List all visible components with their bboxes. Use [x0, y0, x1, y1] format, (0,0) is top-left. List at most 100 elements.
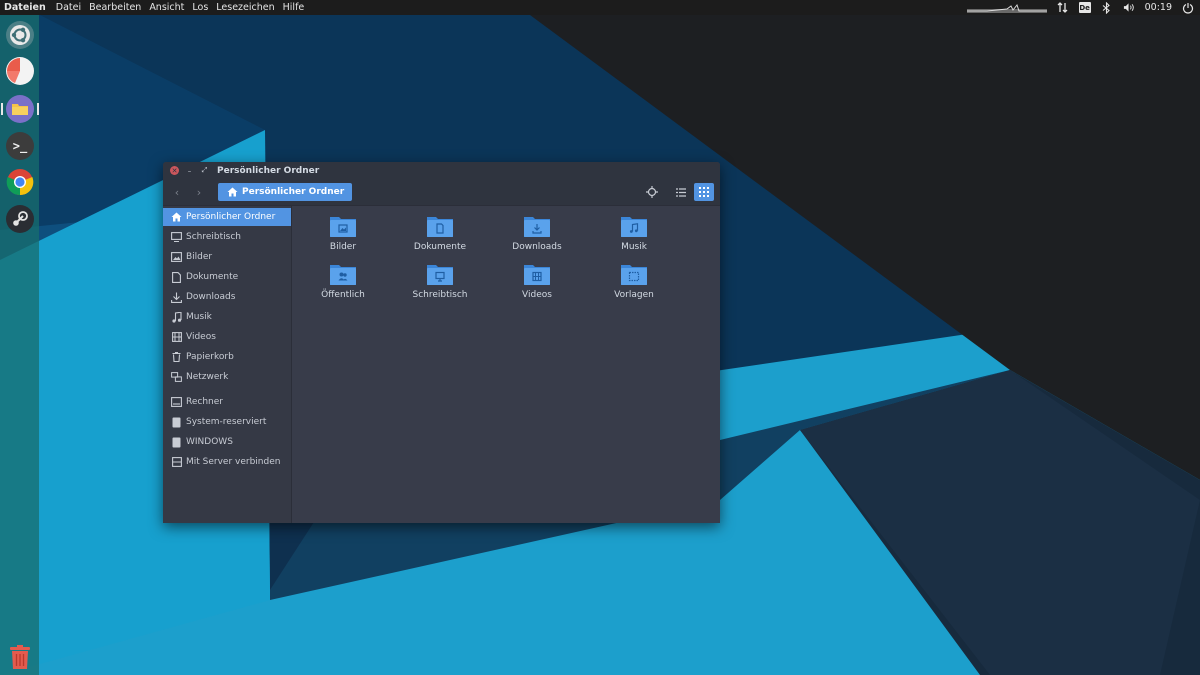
menu-ansicht[interactable]: Ansicht	[145, 2, 188, 13]
system-tray: De 00:19	[966, 0, 1200, 15]
location-crosshair-icon[interactable]	[642, 183, 662, 201]
sidebar-item-windows[interactable]: WINDOWS	[163, 433, 291, 451]
places-sidebar: Persönlicher Ordner Schreibtisch Bilder …	[163, 206, 292, 523]
close-button[interactable]: ✕	[170, 166, 179, 175]
sidebar-item-desktop[interactable]: Schreibtisch	[163, 228, 291, 246]
drive-icon	[171, 437, 182, 448]
file-grid: Bilder Dokumente Downloads Musik Öffentl…	[292, 206, 720, 523]
keyboard-layout-indicator[interactable]: De	[1078, 2, 1091, 13]
steam-icon[interactable]	[6, 205, 34, 233]
sidebar-item-label: System-reserviert	[186, 417, 267, 427]
folder-label: Musik	[621, 242, 647, 252]
folder-videos-icon	[524, 265, 550, 285]
network-icon	[171, 372, 182, 383]
home-icon	[227, 187, 238, 197]
menu-datei[interactable]: Datei	[52, 2, 85, 13]
grid-view-icon[interactable]	[694, 183, 714, 201]
path-bar-label: Persönlicher Ordner	[242, 187, 345, 197]
folder-public-icon	[330, 265, 356, 285]
sidebar-item-label: Mit Server verbinden	[186, 457, 281, 467]
image-icon	[171, 252, 182, 263]
folder-download-icon	[524, 217, 550, 237]
sidebar-item-documents[interactable]: Dokumente	[163, 268, 291, 286]
sidebar-item-label: Rechner	[186, 397, 223, 407]
volume-icon[interactable]	[1123, 2, 1135, 14]
sidebar-item-system-reserved[interactable]: System-reserviert	[163, 413, 291, 431]
sidebar-item-label: Papierkorb	[186, 352, 234, 362]
folder-label: Videos	[522, 290, 552, 300]
sidebar-item-label: Bilder	[186, 252, 213, 262]
trash-icon[interactable]	[8, 644, 32, 670]
folder-documents-icon	[427, 217, 453, 237]
sidebar-item-label: Downloads	[186, 292, 236, 302]
clock[interactable]: 00:19	[1145, 2, 1172, 13]
music-note-icon	[171, 311, 182, 323]
launcher: >_	[0, 15, 39, 675]
menu-bearbeiten[interactable]: Bearbeiten	[85, 2, 145, 13]
folder-vorlagen[interactable]: Vorlagen	[589, 263, 679, 300]
sidebar-item-label: WINDOWS	[186, 437, 233, 447]
files-icon[interactable]	[6, 95, 34, 123]
film-icon	[171, 332, 182, 343]
minimize-button[interactable]: –	[185, 166, 194, 175]
folder-label: Schreibtisch	[412, 290, 468, 300]
folder-videos[interactable]: Videos	[492, 263, 582, 300]
sidebar-item-label: Netzwerk	[186, 372, 229, 382]
folder-musik[interactable]: Musik	[589, 215, 679, 252]
sidebar-item-network[interactable]: Netzwerk	[163, 368, 291, 386]
document-icon	[171, 271, 182, 283]
folder-label: Downloads	[512, 242, 562, 252]
sidebar-item-home[interactable]: Persönlicher Ordner	[163, 208, 291, 226]
terminal-icon[interactable]: >_	[6, 132, 34, 160]
folder-downloads[interactable]: Downloads	[492, 215, 582, 252]
trash-icon	[171, 352, 182, 363]
sidebar-item-label: Videos	[186, 332, 216, 342]
folder-desktop-icon	[427, 265, 453, 285]
folder-label: Öffentlich	[321, 290, 365, 300]
back-button[interactable]: ‹	[166, 183, 188, 201]
disk-usage-icon[interactable]	[6, 57, 34, 85]
bluetooth-icon[interactable]	[1101, 1, 1113, 14]
path-bar-home-button[interactable]: Persönlicher Ordner	[218, 183, 353, 201]
menu-lesezeichen[interactable]: Lesezeichen	[212, 2, 278, 13]
folder-label: Dokumente	[413, 242, 467, 252]
ubuntu-logo-icon[interactable]	[6, 21, 34, 49]
sidebar-item-videos[interactable]: Videos	[163, 328, 291, 346]
top-panel: Dateien Datei Bearbeiten Ansicht Los Les…	[0, 0, 1200, 15]
sidebar-item-connect-server[interactable]: Mit Server verbinden	[163, 453, 291, 471]
sidebar-item-pictures[interactable]: Bilder	[163, 248, 291, 266]
folder-schreibtisch[interactable]: Schreibtisch	[395, 263, 485, 300]
sidebar-item-downloads[interactable]: Downloads	[163, 288, 291, 306]
folder-templates-icon	[621, 265, 647, 285]
menu-los[interactable]: Los	[188, 2, 212, 13]
sidebar-item-music[interactable]: Musik	[163, 308, 291, 326]
sidebar-item-label: Musik	[186, 312, 212, 322]
sidebar-item-label: Dokumente	[186, 272, 239, 282]
folder-pictures-icon	[330, 217, 356, 237]
folder-dokumente[interactable]: Dokumente	[395, 215, 485, 252]
folder-label: Vorlagen	[614, 290, 654, 300]
folder-bilder[interactable]: Bilder	[298, 215, 388, 252]
sidebar-item-trash[interactable]: Papierkorb	[163, 348, 291, 366]
window-title: Persönlicher Ordner	[217, 165, 320, 176]
sidebar-item-computer[interactable]: Rechner	[163, 393, 291, 411]
session-power-icon[interactable]	[1182, 2, 1194, 14]
menu-hilfe[interactable]: Hilfe	[279, 2, 309, 13]
download-icon	[171, 292, 182, 303]
forward-button[interactable]: ›	[188, 183, 210, 201]
folder-music-icon	[621, 217, 647, 237]
app-menu-title[interactable]: Dateien	[0, 2, 52, 13]
list-view-icon[interactable]	[671, 183, 691, 201]
folder-oeffentlich[interactable]: Öffentlich	[298, 263, 388, 300]
running-indicator	[37, 103, 39, 115]
maximize-button[interactable]: ⤢	[200, 166, 209, 175]
chrome-icon[interactable]	[6, 168, 34, 196]
network-transfer-icon[interactable]	[1057, 2, 1069, 14]
home-icon	[171, 212, 182, 223]
desktop-icon	[171, 232, 182, 243]
drive-icon	[171, 417, 182, 428]
folder-label: Bilder	[329, 242, 357, 252]
system-monitor-graph-icon[interactable]	[966, 3, 1047, 13]
window-titlebar[interactable]: ✕ – ⤢ Persönlicher Ordner	[163, 162, 720, 179]
sidebar-item-label: Persönlicher Ordner	[186, 212, 276, 222]
